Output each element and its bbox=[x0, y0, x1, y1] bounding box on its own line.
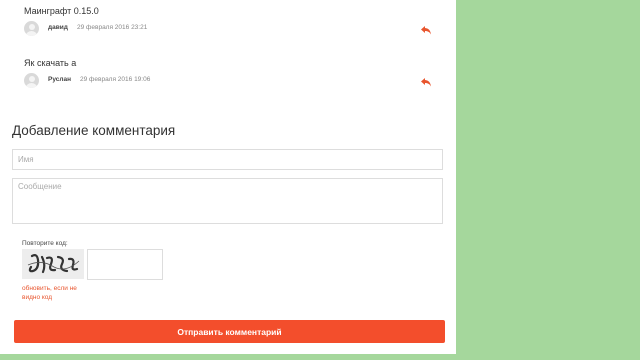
comment-author: давид bbox=[48, 24, 68, 31]
submit-comment-button[interactable]: Отправить комментарий bbox=[14, 320, 445, 343]
comment-item: Маинграфт 0.15.0 давид 29 февраля 2016 2… bbox=[24, 6, 434, 37]
reply-arrow-icon[interactable] bbox=[420, 75, 432, 87]
avatar bbox=[24, 73, 39, 88]
comment-meta: давид 29 февраля 2016 23:21 bbox=[24, 21, 434, 37]
name-input[interactable] bbox=[12, 149, 443, 170]
captcha-refresh-link[interactable]: обновить, если не видно код bbox=[22, 284, 92, 302]
captcha-input[interactable] bbox=[87, 249, 163, 280]
comment-author: Руслан bbox=[48, 76, 72, 83]
message-textarea[interactable] bbox=[12, 178, 443, 224]
comment-meta: Руслан 29 февраля 2016 19:06 bbox=[24, 73, 434, 89]
comment-date: 29 февраля 2016 19:06 bbox=[80, 76, 151, 83]
form-title: Добавление комментария bbox=[12, 123, 176, 138]
comment-text: Як скачать а bbox=[24, 58, 77, 68]
comment-date: 29 февраля 2016 23:21 bbox=[77, 24, 148, 31]
captcha-label: Повторите код: bbox=[22, 240, 68, 247]
avatar bbox=[24, 21, 39, 36]
comments-panel: Маинграфт 0.15.0 давид 29 февраля 2016 2… bbox=[0, 0, 456, 354]
comment-item: Як скачать а Руслан 29 февраля 2016 19:0… bbox=[24, 58, 434, 89]
comment-text: Маинграфт 0.15.0 bbox=[24, 6, 99, 16]
captcha-image bbox=[22, 249, 84, 279]
reply-arrow-icon[interactable] bbox=[420, 23, 432, 35]
